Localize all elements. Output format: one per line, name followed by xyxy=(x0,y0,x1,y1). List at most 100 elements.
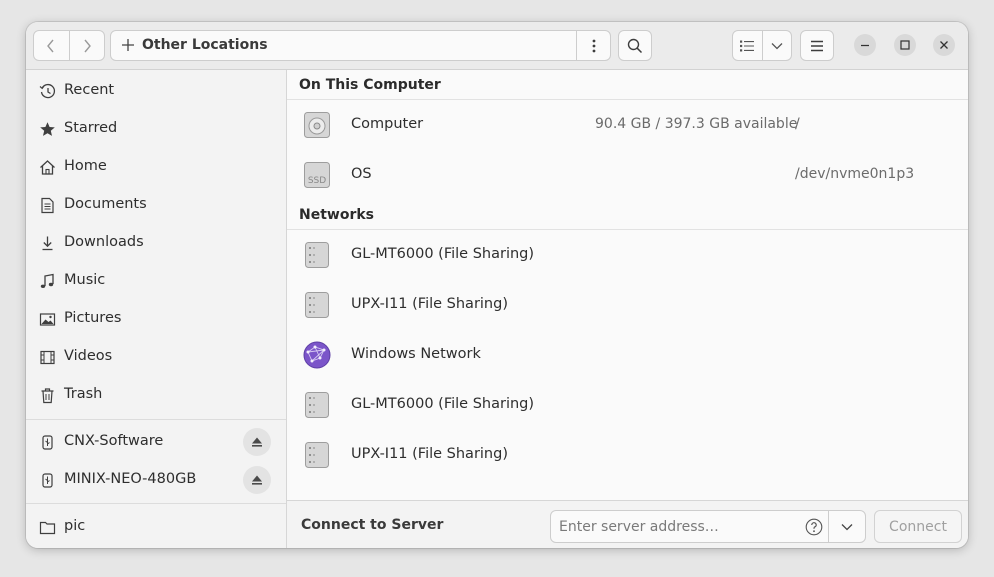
trash-icon xyxy=(41,388,54,404)
list-item-network-share[interactable]: UPX-I11 (File Sharing) xyxy=(287,430,968,480)
sidebar-item-minix-neo-480gb[interactable]: MINIX-NEO-480GB xyxy=(26,461,286,499)
plus-icon[interactable] xyxy=(120,37,136,53)
item-name: GL-MT6000 (File Sharing) xyxy=(351,396,535,412)
search-button[interactable] xyxy=(618,30,652,61)
hard-disk-icon xyxy=(304,112,330,138)
connect-to-server-bar: Connect to Server Connect xyxy=(287,500,968,548)
sidebar-item-label: CNX-Software xyxy=(64,433,164,449)
item-name: GL-MT6000 (File Sharing) xyxy=(351,246,535,262)
search-icon xyxy=(627,38,643,53)
sidebar-item-documents[interactable]: Documents xyxy=(26,186,286,224)
eject-icon xyxy=(252,437,262,447)
location-menu-button[interactable] xyxy=(576,31,610,60)
sidebar-item-pic[interactable]: pic xyxy=(26,508,286,546)
item-path: /dev/nvme0n1p3 xyxy=(795,166,915,182)
close-icon xyxy=(940,41,948,49)
music-icon xyxy=(40,273,54,288)
item-name: UPX-I11 (File Sharing) xyxy=(351,296,508,312)
list-item-windows-network[interactable]: Windows Network xyxy=(287,330,968,380)
main-menu-button[interactable] xyxy=(800,30,834,61)
server-icon xyxy=(305,392,329,418)
picture-icon xyxy=(39,313,56,326)
location-label[interactable]: Other Locations xyxy=(142,37,268,53)
connect-to-server-label: Connect to Server xyxy=(301,517,444,533)
video-icon xyxy=(40,350,55,365)
usb-drive-icon xyxy=(42,435,53,450)
places-view: On This Computer Computer 90.4 GB / 397.… xyxy=(287,70,968,500)
location-bar[interactable]: Other Locations xyxy=(110,30,611,61)
vertical-dots-icon xyxy=(592,39,595,52)
sidebar-item-label: Starred xyxy=(64,120,118,136)
eject-button[interactable] xyxy=(243,466,271,494)
folder-icon xyxy=(39,521,56,535)
minimize-button[interactable] xyxy=(854,34,876,56)
item-path: / xyxy=(795,116,800,132)
header-bar: Other Locations xyxy=(26,22,968,70)
download-icon xyxy=(42,236,53,251)
item-capacity: 90.4 GB / 397.3 GB available xyxy=(595,116,798,132)
chevron-down-icon xyxy=(841,523,853,530)
item-name: Computer xyxy=(351,116,424,132)
recent-servers-dropdown[interactable] xyxy=(828,511,865,542)
section-title-on-this-computer: On This Computer xyxy=(299,77,441,93)
sidebar-item-label: Pictures xyxy=(64,310,122,326)
item-name: OS xyxy=(351,166,372,182)
sidebar-item-label: Home xyxy=(64,158,107,174)
eject-button[interactable] xyxy=(243,428,271,456)
view-options-button[interactable] xyxy=(761,31,792,60)
sidebar-item-label: Downloads xyxy=(64,234,144,250)
sidebar-item-label: Documents xyxy=(64,196,147,212)
list-view-icon xyxy=(740,40,755,51)
sidebar-separator xyxy=(26,503,286,504)
file-manager-window: Other Locations Recent Starred Home Docu… xyxy=(26,22,968,548)
sidebar-item-label: Music xyxy=(64,272,106,288)
sidebar-item-pictures[interactable]: Pictures xyxy=(26,300,286,338)
server-icon xyxy=(305,442,329,468)
chevron-down-icon xyxy=(771,42,783,49)
list-item-network-share[interactable]: UPX-I11 (File Sharing) xyxy=(287,280,968,330)
sidebar-item-recent[interactable]: Recent xyxy=(26,72,286,110)
server-address-combo xyxy=(550,510,866,543)
sidebar-item-videos[interactable]: Videos xyxy=(26,338,286,376)
sidebar-item-home[interactable]: Home xyxy=(26,148,286,186)
back-button[interactable] xyxy=(34,31,69,60)
star-icon xyxy=(40,122,55,136)
sidebar-item-music[interactable]: Music xyxy=(26,262,286,300)
sidebar-item-starred[interactable]: Starred xyxy=(26,110,286,148)
list-item-network-share[interactable]: GL-MT6000 (File Sharing) xyxy=(287,380,968,430)
sidebar-item-label: pic xyxy=(64,518,86,534)
eject-icon xyxy=(252,475,262,485)
sidebar-item-label: Recent xyxy=(64,82,115,98)
sidebar-item-label: Videos xyxy=(64,348,113,364)
sidebar-item-cnx-software[interactable]: CNX-Software xyxy=(26,423,286,461)
connect-button[interactable]: Connect xyxy=(874,510,962,543)
home-icon xyxy=(40,160,55,175)
help-icon[interactable] xyxy=(805,518,823,536)
item-name: Windows Network xyxy=(351,346,481,362)
list-item-network-share[interactable]: GL-MT6000 (File Sharing) xyxy=(287,230,968,280)
server-address-input[interactable] xyxy=(559,517,799,536)
clock-icon xyxy=(39,83,56,99)
close-button[interactable] xyxy=(933,34,955,56)
ssd-icon: SSD xyxy=(304,162,330,188)
sidebar-separator xyxy=(26,419,286,420)
list-view-button[interactable] xyxy=(733,31,762,60)
sidebar: Recent Starred Home Documents Downloads … xyxy=(26,70,287,548)
server-icon xyxy=(305,242,329,268)
document-icon xyxy=(41,197,54,214)
sidebar-item-downloads[interactable]: Downloads xyxy=(26,224,286,262)
chevron-right-icon xyxy=(84,39,91,52)
minimize-icon xyxy=(861,44,869,47)
section-title-networks: Networks xyxy=(299,207,375,223)
sidebar-item-label: Trash xyxy=(64,386,103,402)
maximize-button[interactable] xyxy=(894,34,916,56)
list-item-os[interactable]: SSD OS /dev/nvme0n1p3 xyxy=(287,150,968,200)
chevron-left-icon xyxy=(47,39,54,52)
forward-button[interactable] xyxy=(68,31,105,60)
ssd-icon-label: SSD xyxy=(308,176,326,186)
sidebar-item-trash[interactable]: Trash xyxy=(26,376,286,414)
maximize-icon xyxy=(900,40,910,50)
hamburger-icon xyxy=(811,40,823,51)
sidebar-item-label: MINIX-NEO-480GB xyxy=(64,471,197,487)
list-item-computer[interactable]: Computer 90.4 GB / 397.3 GB available / xyxy=(287,100,968,150)
